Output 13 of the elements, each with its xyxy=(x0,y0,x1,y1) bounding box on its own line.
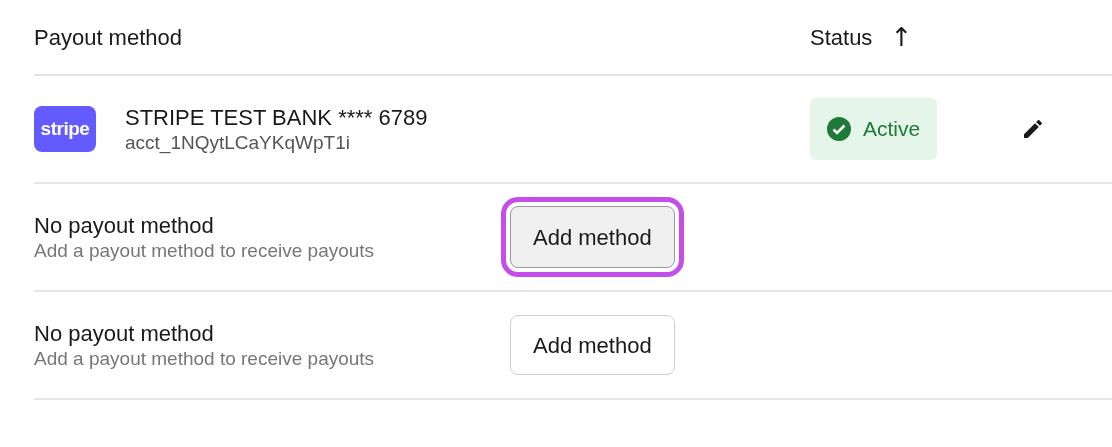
row-title: No payout method xyxy=(34,320,215,348)
account-name: STRIPE TEST BANK **** 6789 xyxy=(125,104,429,132)
account-id: acct_1NQytLCaYKqWpT1i xyxy=(125,132,351,154)
stripe-logo: stripe xyxy=(34,106,96,152)
sort-arrow-icon[interactable]: ↑ xyxy=(890,24,913,50)
add-method-button[interactable]: Add method xyxy=(510,315,675,375)
check-circle-icon xyxy=(827,117,851,141)
column-header: Payout method xyxy=(34,23,183,52)
status-badge: Active xyxy=(810,98,938,160)
row-subtitle: Add a payout method to receive payouts xyxy=(34,240,376,262)
row-title: No payout method xyxy=(34,212,215,240)
row-subtitle: Add a payout method to receive payouts xyxy=(34,348,376,370)
column-header[interactable]: Status xyxy=(810,20,873,54)
